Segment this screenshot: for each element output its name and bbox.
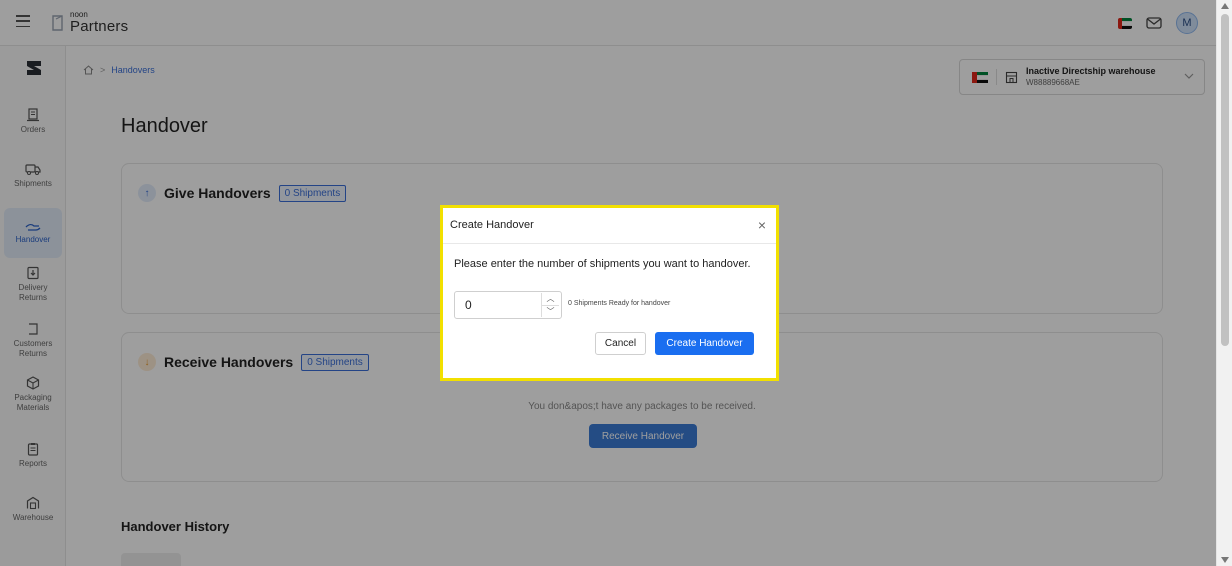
page-scrollbar[interactable] <box>1216 0 1232 566</box>
scroll-down-arrow-icon[interactable] <box>1221 557 1229 563</box>
close-icon[interactable]: × <box>758 218 766 232</box>
create-handover-dialog: Create Handover × Please enter the numbe… <box>443 208 776 378</box>
scroll-up-arrow-icon[interactable] <box>1221 3 1229 9</box>
ready-count-text: 0 Shipments Ready for handover <box>568 300 671 307</box>
chevron-down-icon[interactable]: ﹀ <box>542 306 559 318</box>
chevron-up-icon[interactable]: ︿ <box>542 293 559 306</box>
dialog-question: Please enter the number of shipments you… <box>454 258 751 270</box>
dialog-header: Create Handover × <box>443 208 776 244</box>
scroll-thumb[interactable] <box>1221 14 1229 346</box>
dialog-title: Create Handover <box>450 219 534 231</box>
modal-highlight-frame: Create Handover × Please enter the numbe… <box>440 205 779 381</box>
cancel-button[interactable]: Cancel <box>595 332 646 355</box>
quantity-stepper[interactable]: ︿ ﹀ <box>541 293 559 317</box>
create-handover-button[interactable]: Create Handover <box>655 332 754 355</box>
